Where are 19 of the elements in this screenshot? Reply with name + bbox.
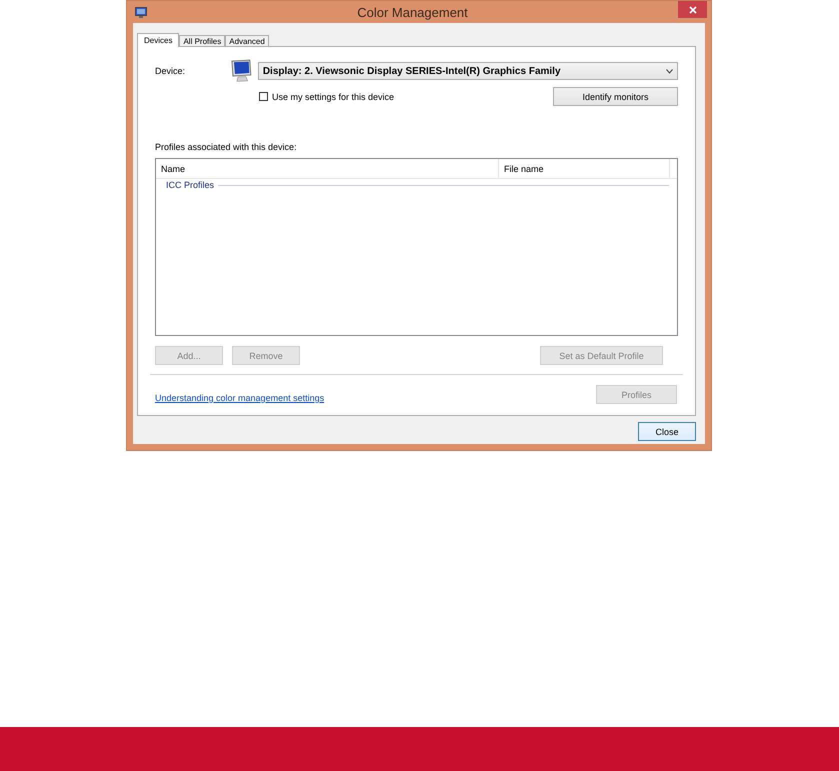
- device-label: Device:: [155, 66, 186, 76]
- profiles-label: Profiles associated with this device:: [155, 142, 298, 152]
- monitor-icon: [135, 6, 147, 18]
- column-header[interactable]: Name: [156, 159, 499, 178]
- device-dropdown[interactable]: Display: 2. Viewsonic Display SERIES-Intel(R) Graphics Family: [258, 62, 678, 80]
- tab[interactable]: All Profiles: [179, 35, 226, 46]
- close-button[interactable]: Close: [638, 422, 696, 441]
- window-title: Color Management: [356, 4, 469, 20]
- group-header: ICC Profiles: [166, 180, 214, 190]
- close-icon[interactable]: [678, 1, 707, 18]
- checkbox[interactable]: [259, 92, 268, 101]
- column-header[interactable]: File name: [499, 159, 670, 178]
- checkbox-label: Use my settings for this device: [272, 92, 396, 102]
- help-link[interactable]: Understanding color management settings: [155, 393, 324, 403]
- tab[interactable]: Advanced: [225, 35, 269, 46]
- tab[interactable]: Devices: [137, 33, 180, 47]
- identify-monitors-button[interactable]: Identify monitors: [553, 87, 678, 106]
- caret-icon: [666, 68, 673, 74]
- monitor-icon: [230, 59, 254, 83]
